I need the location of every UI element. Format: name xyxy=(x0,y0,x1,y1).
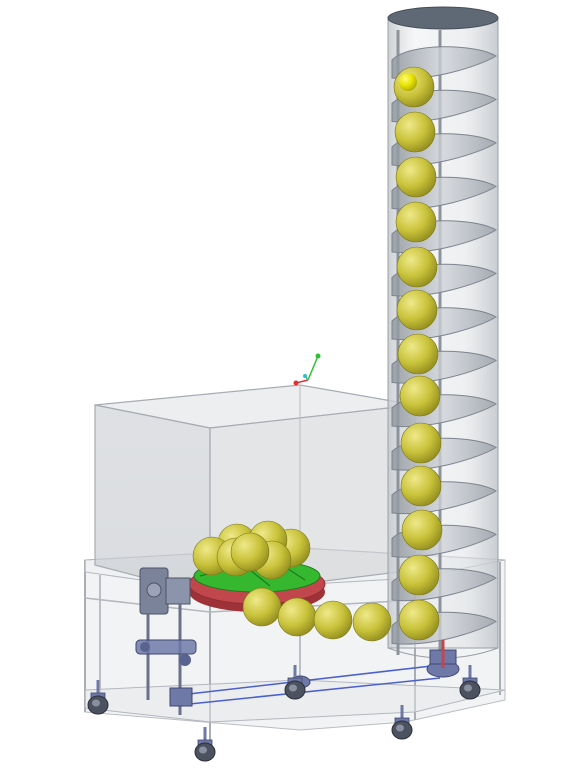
tube-ball xyxy=(401,509,443,551)
hopper-ball xyxy=(230,532,270,572)
tube-ball xyxy=(395,201,437,243)
coordinate-triad xyxy=(293,353,321,386)
feed-ball xyxy=(313,600,353,640)
feed-ball xyxy=(242,587,282,627)
caster-wheel xyxy=(194,727,216,762)
tube-ball xyxy=(400,422,442,464)
tube-ball xyxy=(397,333,439,375)
tube-cap xyxy=(387,6,499,30)
tube-ball xyxy=(398,599,440,641)
machine-cad-render: (function () { const data = JSON.parse(d… xyxy=(84,6,506,762)
feed-ball xyxy=(352,602,392,642)
highlighted-ball xyxy=(399,73,417,91)
tube-ball xyxy=(396,289,438,331)
feed-ball xyxy=(277,597,317,637)
tube-ball xyxy=(396,246,438,288)
tube-ball xyxy=(400,465,442,507)
tube-ball xyxy=(399,375,441,417)
tube-ball xyxy=(394,111,436,153)
tube-ball xyxy=(398,554,440,596)
tube-ball xyxy=(395,156,437,198)
